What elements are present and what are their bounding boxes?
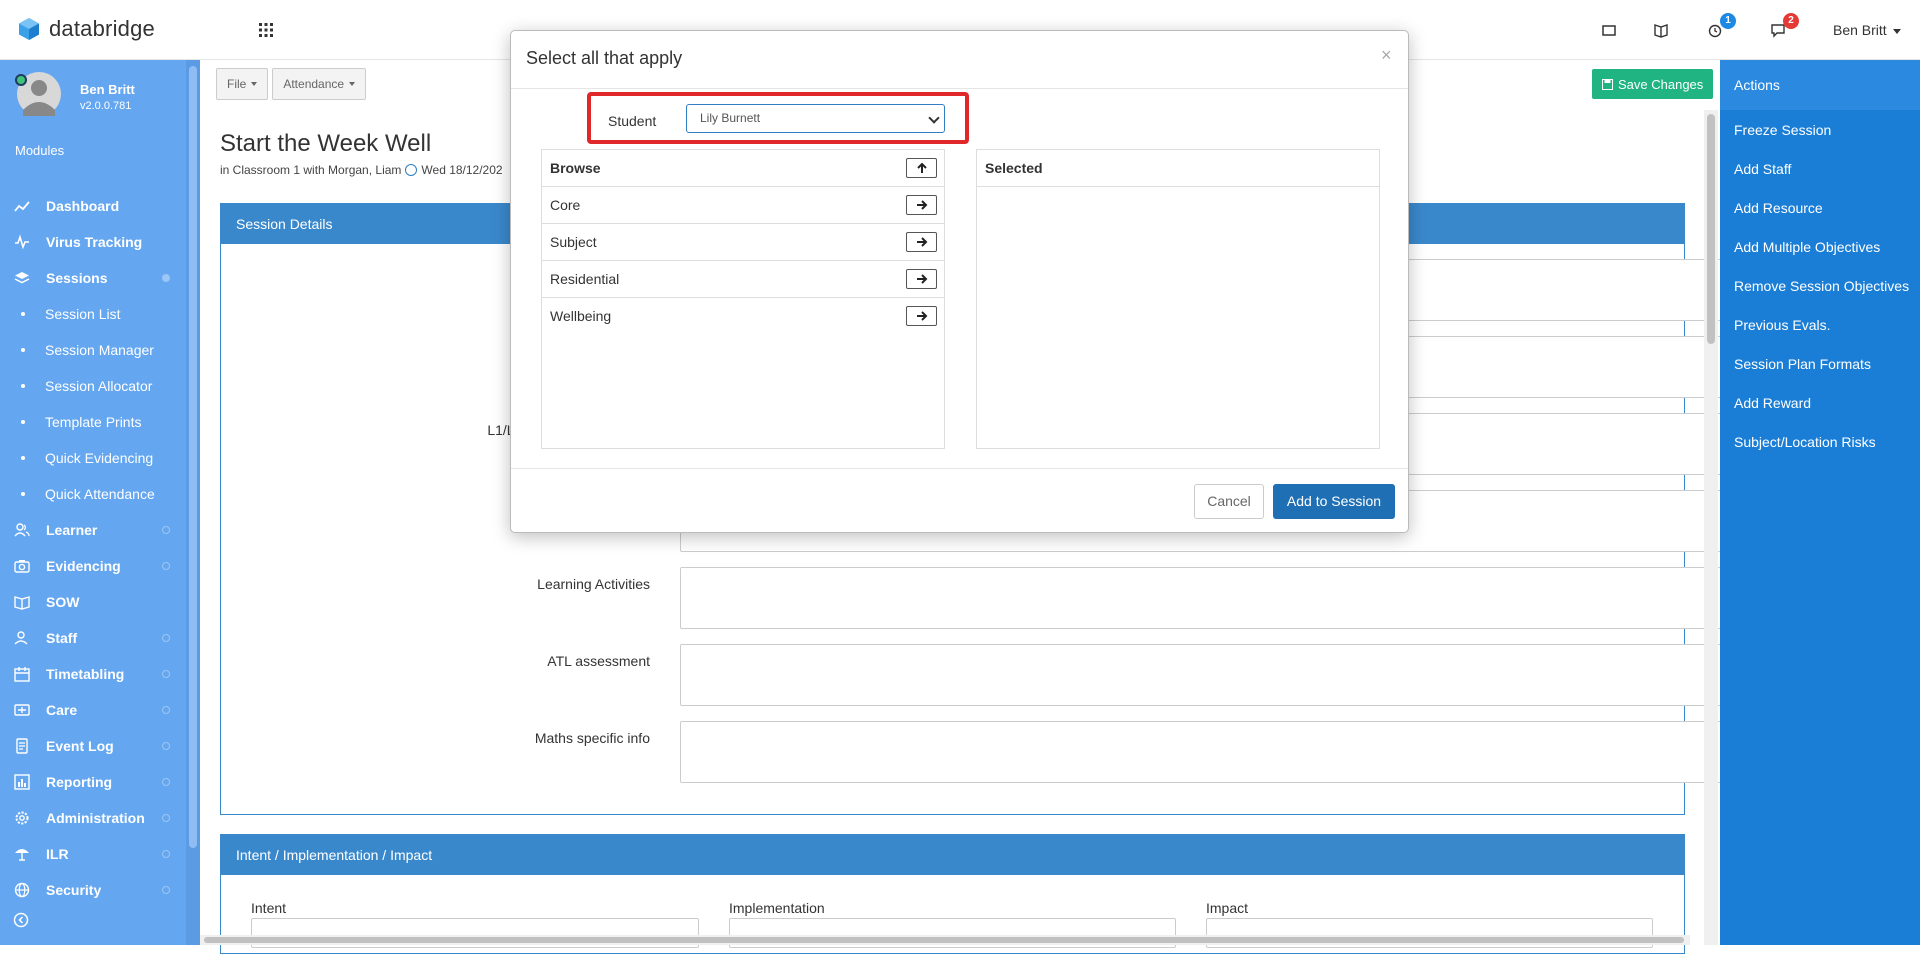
- browse-header: Browse: [542, 150, 944, 187]
- browse-item-residential[interactable]: Residential: [542, 261, 944, 298]
- browse-item-label: Subject: [550, 234, 597, 250]
- browse-item-wellbeing[interactable]: Wellbeing: [542, 298, 944, 335]
- browse-item-subject[interactable]: Subject: [542, 224, 944, 261]
- selected-list: Selected: [976, 149, 1380, 449]
- modal-divider: [511, 88, 1408, 89]
- close-icon[interactable]: ×: [1381, 45, 1392, 66]
- student-select-value: Lily Burnett: [700, 111, 761, 125]
- browse-item-label: Wellbeing: [550, 308, 612, 324]
- open-residential-button[interactable]: [906, 269, 937, 289]
- chevron-down-icon: [928, 112, 940, 124]
- selected-header: Selected: [977, 150, 1379, 187]
- arrow-right-icon: [917, 311, 928, 321]
- browse-item-core[interactable]: Core: [542, 187, 944, 224]
- browse-item-label: Residential: [550, 271, 620, 287]
- open-core-button[interactable]: [906, 195, 937, 215]
- browse-heading: Browse: [550, 160, 601, 176]
- selected-heading: Selected: [985, 160, 1043, 176]
- arrow-up-icon: [917, 162, 927, 173]
- open-wellbeing-button[interactable]: [906, 306, 937, 326]
- modal-title: Select all that apply: [526, 48, 683, 68]
- open-subject-button[interactable]: [906, 232, 937, 252]
- select-all-modal: Select all that apply × Student Lily Bur…: [510, 30, 1409, 533]
- arrow-right-icon: [917, 237, 928, 247]
- browse-up-button[interactable]: [906, 158, 937, 178]
- browse-list: Browse Core Subject Residential Wellbein…: [541, 149, 945, 449]
- arrow-right-icon: [917, 200, 928, 210]
- browse-item-label: Core: [550, 197, 581, 213]
- student-label: Student: [608, 113, 657, 129]
- modal-footer-divider: [511, 468, 1408, 469]
- student-select[interactable]: Lily Burnett: [686, 104, 945, 133]
- arrow-right-icon: [917, 274, 928, 284]
- cancel-button[interactable]: Cancel: [1194, 484, 1264, 519]
- add-to-session-button[interactable]: Add to Session: [1273, 484, 1395, 519]
